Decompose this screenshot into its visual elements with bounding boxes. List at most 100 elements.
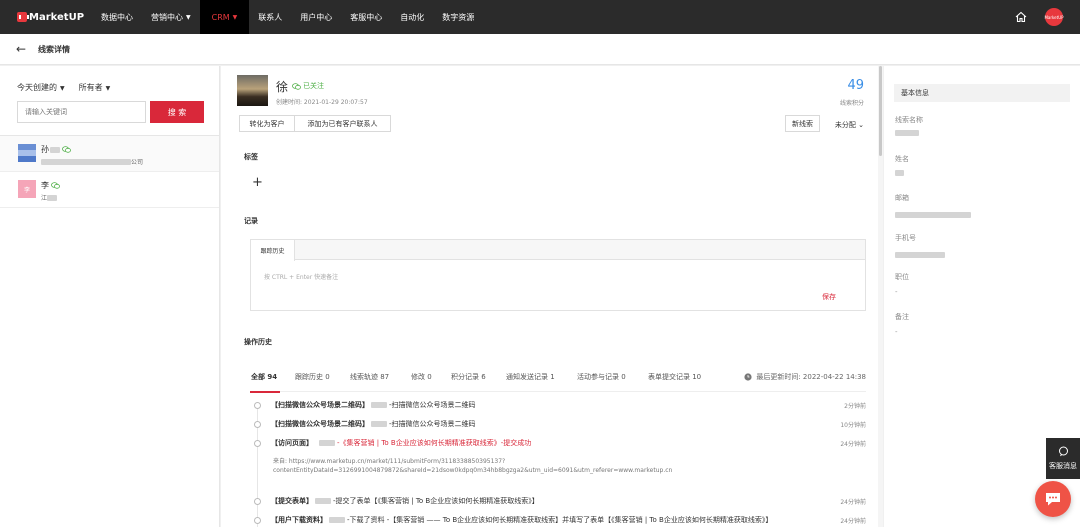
nav-item-automation[interactable]: 自动化	[391, 0, 433, 34]
tab-modify[interactable]: 修改 0	[411, 372, 432, 382]
basic-info-header: 基本信息	[894, 84, 1070, 102]
assign-dropdown[interactable]: 未分配 ⌄	[835, 120, 864, 130]
search-button[interactable]: 搜 索	[150, 101, 204, 123]
field-value: -	[895, 328, 898, 336]
timeline-dot	[254, 402, 261, 409]
home-icon[interactable]	[1015, 11, 1027, 23]
list-item[interactable]: 李 李 江	[0, 172, 219, 208]
new-lead-button[interactable]: 新线索	[785, 115, 820, 132]
avatar	[18, 144, 36, 162]
add-tag-plus-icon[interactable]: +	[252, 175, 263, 190]
nav-item-contacts[interactable]: 联系人	[249, 0, 291, 34]
active-tab-indicator	[250, 391, 280, 393]
ops-history-title: 操作历史	[244, 338, 272, 346]
event-time: 10分钟前	[840, 422, 866, 429]
redacted-text	[895, 212, 971, 218]
history-tabs: 全部 94 跟踪历史 0 线索轨迹 87 修改 0 积分记录 6 通知发送记录 …	[250, 370, 866, 393]
event-source-params: contentEntityDataId=3126991004879872&sha…	[273, 467, 673, 474]
nav-item-data-center[interactable]: 数据中心	[92, 0, 142, 34]
lead-score-label: 线索积分	[839, 100, 864, 107]
tab-tracking[interactable]: 跟踪历史 0	[295, 372, 330, 382]
lead-name-text: 李	[41, 181, 49, 190]
timeline-dot	[254, 498, 261, 505]
lead-name-text: 孙	[41, 145, 49, 154]
tab-score[interactable]: 积分记录 6	[451, 372, 486, 382]
scrollbar-thumb[interactable]	[879, 66, 882, 156]
lead-info: 孙 公司	[41, 144, 143, 166]
event-text: -扫描微信公众号场景二维码	[389, 401, 476, 409]
field-label: 线索名称	[895, 116, 923, 124]
event-source-url[interactable]: 来自: https://www.marketup.cn/market/111/s…	[273, 456, 505, 465]
redacted-text	[47, 194, 58, 201]
logo-mark-icon	[17, 12, 29, 22]
nav-item-crm[interactable]: CRM ▼	[199, 0, 250, 34]
search-row: 搜 索	[17, 101, 219, 123]
lead-list-panel: 今天创建的▼ 所有者▼ 搜 索 孙 公司 李 李 江	[0, 66, 220, 527]
redacted-text	[41, 158, 131, 165]
nav-label: 用户中心	[300, 12, 333, 22]
user-avatar[interactable]: MarketUP	[1044, 8, 1064, 26]
arrow-left-icon[interactable]: ←	[16, 42, 30, 56]
search-input[interactable]	[17, 101, 146, 123]
lead-detail-panel: 徐 已关注 创建时间: 2021-01-29 20:07:57 49 线索积分 …	[221, 66, 880, 527]
support-label: 客服消息	[1049, 462, 1077, 470]
lead-name-heading: 徐	[276, 80, 289, 94]
timeline-dot	[254, 421, 261, 428]
redacted-text	[315, 498, 331, 504]
record-input[interactable]: 按 CTRL + Enter 快速备注	[264, 272, 338, 281]
filter-label: 今天创建的	[17, 83, 57, 92]
list-item[interactable]: 孙 公司	[0, 136, 219, 172]
redacted-text	[895, 170, 904, 176]
tab-form-submissions[interactable]: 表单提交记录 10	[648, 372, 701, 382]
nav-item-marketing-center[interactable]: 营销中心 ▼	[142, 0, 200, 34]
record-box: 跟踪历史 按 CTRL + Enter 快速备注 保存	[250, 239, 866, 311]
nav-right: MarketUP	[1015, 0, 1064, 34]
nav-item-service-center[interactable]: 客服中心	[341, 0, 391, 34]
chevron-down-icon: ▼	[60, 85, 65, 92]
lead-score: 49	[847, 78, 864, 93]
lead-name: 李	[41, 180, 60, 191]
lead-company: 江	[41, 193, 60, 202]
tab-activities[interactable]: 活动参与记录 0	[577, 372, 626, 382]
event-time: 2分钟前	[844, 403, 866, 410]
tab-notifications[interactable]: 通知发送记录 1	[506, 372, 555, 382]
followed-label: 已关注	[303, 82, 324, 90]
timeline-dot	[254, 440, 261, 447]
save-button[interactable]: 保存	[822, 292, 836, 302]
followed-badge: 已关注	[292, 81, 324, 91]
chevron-down-icon: ▼	[232, 13, 238, 21]
logo-text: MarketUP	[29, 11, 85, 23]
timeline-dot	[254, 517, 261, 524]
support-messages-button[interactable]: 客服消息	[1046, 438, 1080, 479]
event-tag: 【扫描微信公众号场景二维码】	[271, 420, 369, 428]
page-title: 线索详情	[38, 44, 70, 54]
event-time: 24分钟前	[840, 499, 866, 506]
convert-to-customer-button[interactable]: 转化为客户	[239, 115, 295, 132]
filter-created-dropdown[interactable]: 今天创建的 ▼	[17, 82, 65, 93]
avatar-text: MarketUP	[1044, 14, 1064, 20]
field-label: 手机号	[895, 234, 916, 242]
nav-item-user-center[interactable]: 用户中心	[291, 0, 341, 34]
timeline-text: 【提交表单】 -提交了表单【《集客营销 | To B企业应该如何长期精准获取线索》…	[271, 496, 539, 506]
field-label: 职位	[895, 273, 909, 281]
chevron-down-icon: ⌄	[858, 121, 864, 129]
tab-all[interactable]: 全部 94	[251, 372, 277, 382]
record-tabbar: 跟踪历史	[251, 240, 865, 261]
event-text[interactable]: -《集客营销 | To B企业应该如何长期精准获取线索》-提交成功	[337, 438, 531, 448]
add-to-contact-button[interactable]: 添加为已有客户联系人	[294, 115, 391, 132]
company-suffix: 公司	[131, 159, 144, 166]
logo[interactable]: MarketUP	[17, 12, 85, 23]
chat-fab-button[interactable]	[1035, 481, 1071, 517]
chevron-down-icon: ▼	[186, 13, 191, 21]
wechat-icon	[62, 146, 71, 153]
filter-owner-dropdown[interactable]: 所有者 ▼	[79, 82, 111, 93]
event-text: -下载了资料 -【集客营销 —— To B企业应该如何长期精准获取线索】并填写了…	[347, 516, 773, 524]
chat-bubble-icon	[1058, 446, 1068, 457]
nav-label: 数据中心	[101, 12, 133, 22]
tab-tracking-history[interactable]: 跟踪历史	[251, 240, 295, 261]
nav-label: 数字资源	[442, 12, 475, 22]
nav-item-digital-assets[interactable]: 数字资源	[433, 0, 483, 34]
tab-lead-trail[interactable]: 线索轨迹 87	[350, 372, 389, 382]
top-nav: MarketUP 数据中心 营销中心 ▼ CRM ▼ 联系人 用户中心 客服中心 自…	[0, 0, 1080, 34]
record-title: 记录	[244, 217, 258, 225]
